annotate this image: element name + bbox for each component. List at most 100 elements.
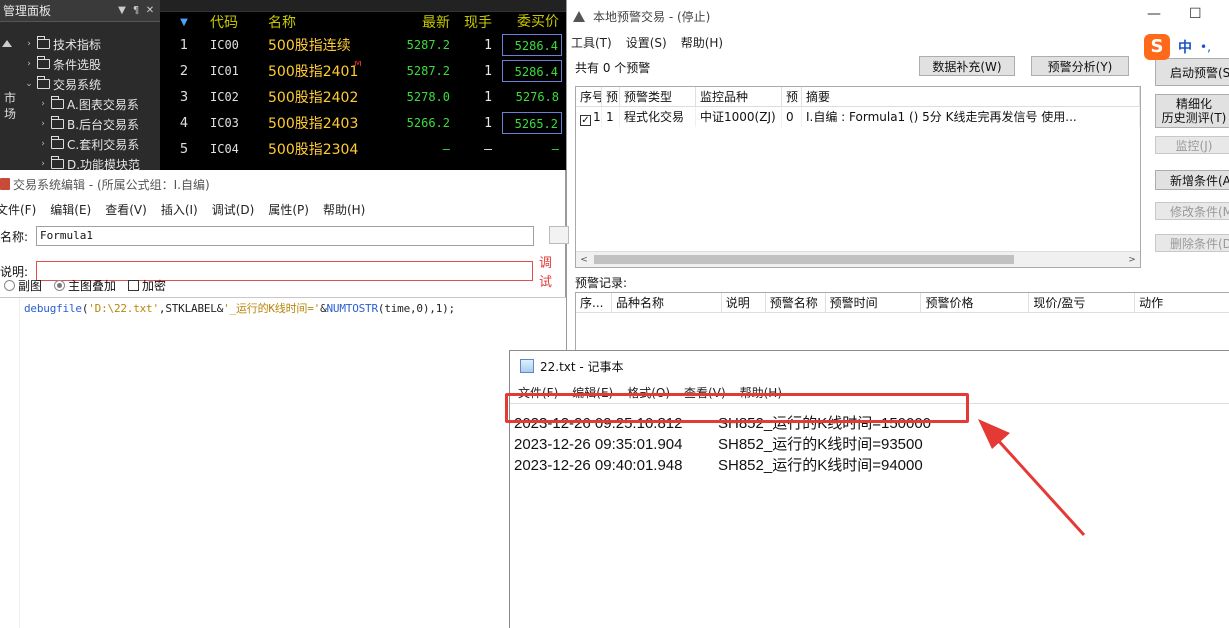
- row-hand: 1: [484, 63, 492, 79]
- quote-row[interactable]: 2 IC01 500股指2401 M 5287.2 1 5286.4: [160, 58, 568, 84]
- editor-menu-item[interactable]: 查看(V): [105, 201, 147, 218]
- chevron-icon[interactable]: ›: [24, 39, 34, 49]
- chevron-icon[interactable]: ⌄: [24, 79, 34, 89]
- scroll-left-icon[interactable]: <: [576, 252, 592, 267]
- record-col-header[interactable]: 说明: [722, 293, 766, 312]
- delete-condition-button[interactable]: 删除条件(D): [1155, 234, 1229, 252]
- chevron-icon[interactable]: ›: [24, 59, 34, 69]
- alert-col-header[interactable]: 预: [782, 87, 802, 106]
- monitor-button[interactable]: 监控(J): [1155, 136, 1229, 154]
- debug-label[interactable]: 调试: [539, 252, 565, 290]
- line-gutter: [0, 298, 20, 628]
- alert-list-rows: ✓ 1 1 程式化交易 中证1000(ZJ) 0 I.自编 : Formula1 () 5分…: [576, 107, 1140, 127]
- alert-cell-seq[interactable]: ✓ 1: [576, 107, 602, 127]
- row-last: —: [442, 142, 450, 156]
- encrypt-checkbox[interactable]: [128, 280, 140, 291]
- alert-row-checkbox[interactable]: ✓: [580, 115, 591, 126]
- alert-menu-item[interactable]: 帮助(H): [681, 34, 723, 51]
- log-line[interactable]: 2023-12-26 09:35:01.904 SH852_运行的K线时间=935…: [514, 433, 923, 454]
- scroll-right-icon[interactable]: >: [1124, 252, 1140, 267]
- encrypt-label: 加密: [142, 279, 167, 293]
- name-side-button[interactable]: [549, 226, 569, 244]
- notepad-app-icon: [520, 359, 534, 373]
- record-col-header[interactable]: 序...: [576, 293, 612, 312]
- tree-item[interactable]: › B.后台交易系: [0, 114, 160, 134]
- pin-icon[interactable]: ¶: [129, 5, 143, 16]
- col-name[interactable]: 名称: [268, 12, 378, 32]
- col-code[interactable]: 代码: [208, 12, 268, 32]
- quote-row[interactable]: 1 IC00 500股指连续 5287.2 1 5286.4: [160, 32, 568, 58]
- editor-menubar: 文件(F) 编辑(E) 查看(V) 插入(I) 调试(D) 属性(P) 帮助(H): [0, 198, 565, 220]
- record-col-header[interactable]: 现价/盈亏: [1029, 293, 1136, 312]
- editor-menu-item[interactable]: 属性(P): [268, 201, 309, 218]
- close-icon[interactable]: ✕: [143, 5, 157, 16]
- tree-item[interactable]: › 技术指标: [0, 34, 160, 54]
- history-test-button[interactable]: 精细化 历史测评(T): [1155, 94, 1229, 128]
- alert-cell-type: 程式化交易: [620, 107, 696, 127]
- editor-app-icon: [0, 178, 10, 190]
- record-col-header[interactable]: 品种名称: [612, 293, 722, 312]
- alert-col-header[interactable]: 摘要: [802, 87, 1140, 106]
- quote-row[interactable]: 4 IC03 500股指2403 5266.2 1 5265.2: [160, 110, 568, 136]
- sort-down-icon[interactable]: ▼: [160, 17, 208, 28]
- code-string-label: '_运行的K线时间=': [223, 302, 321, 315]
- arrow-head: [978, 419, 1010, 449]
- editor-menu-item[interactable]: 编辑(E): [50, 201, 91, 218]
- alert-menu-item[interactable]: 工具(T): [571, 34, 612, 51]
- maximize-button[interactable]: ☐: [1189, 6, 1202, 22]
- alert-col-header[interactable]: 预警类型: [620, 87, 696, 106]
- alert-analysis-button[interactable]: 预警分析(Y): [1031, 56, 1129, 76]
- main-overlay-radio[interactable]: [54, 280, 66, 291]
- data-supplement-button[interactable]: 数据补充(W): [919, 56, 1015, 76]
- editor-menu-item[interactable]: 文件(F): [0, 201, 36, 218]
- tree-item[interactable]: › A.图表交易系: [0, 94, 160, 114]
- ime-badge[interactable]: S 中 •,: [1144, 34, 1211, 60]
- col-hand[interactable]: 现手: [450, 12, 492, 32]
- editor-menu-item[interactable]: 帮助(H): [323, 201, 365, 218]
- ime-chinese-mode[interactable]: 中: [1178, 37, 1192, 57]
- scroll-thumb[interactable]: [594, 255, 1014, 264]
- ime-punct-mode[interactable]: •,: [1200, 40, 1211, 54]
- alert-list-table: 序号预..预警类型监控品种预摘要 ✓11程式化交易中证1000(ZJ)0I.自编…: [575, 86, 1141, 268]
- quote-row[interactable]: 3 IC02 500股指2402 5278.0 1 5276.8: [160, 84, 568, 110]
- new-condition-button[interactable]: 新增条件(A): [1155, 170, 1229, 190]
- record-col-header[interactable]: 预警时间: [826, 293, 922, 312]
- alert-col-header[interactable]: 预..: [602, 87, 620, 106]
- col-bid[interactable]: 委买价: [502, 11, 562, 33]
- row-code: IC04: [210, 142, 239, 156]
- start-alert-button[interactable]: 启动预警(S): [1155, 58, 1229, 86]
- tree-item[interactable]: › D.功能模块范: [0, 154, 160, 170]
- record-col-header[interactable]: 预警名称: [766, 293, 826, 312]
- quote-row[interactable]: 5 IC04 500股指2304 — — —: [160, 136, 568, 162]
- modify-condition-button[interactable]: 修改条件(M): [1155, 202, 1229, 220]
- alert-col-header[interactable]: 序号: [576, 87, 602, 106]
- alert-row[interactable]: ✓ 1 1 程式化交易 中证1000(ZJ) 0 I.自编 : Formula1 () 5分…: [576, 107, 1140, 127]
- row-code: IC02: [210, 90, 239, 104]
- alert-col-header[interactable]: 监控品种: [696, 87, 782, 106]
- panel-tree: › 技术指标 › 条件选股 ⌄ 交易系统 › A.图表交易系 › B.后台交易系 › C.套利交易系 ›…: [0, 34, 160, 170]
- chevron-icon[interactable]: ›: [38, 99, 48, 109]
- main-overlay-label: 主图叠加: [68, 279, 117, 293]
- chevron-icon[interactable]: ›: [38, 119, 48, 129]
- alert-list-hscrollbar[interactable]: < >: [576, 251, 1140, 267]
- tree-item[interactable]: › C.套利交易系: [0, 134, 160, 154]
- chevron-icon[interactable]: ›: [38, 159, 48, 169]
- chevron-icon[interactable]: ›: [38, 139, 48, 149]
- record-col-header[interactable]: 预警价格: [921, 293, 1030, 312]
- alert-menu-item[interactable]: 设置(S): [626, 34, 667, 51]
- record-col-header[interactable]: 动作: [1135, 293, 1229, 312]
- col-last[interactable]: 最新: [378, 12, 450, 32]
- tree-item[interactable]: › 条件选股: [0, 54, 160, 74]
- sogou-logo-icon[interactable]: S: [1144, 34, 1170, 60]
- log-line[interactable]: 2023-12-26 09:40:01.948 SH852_运行的K线时间=940…: [514, 454, 923, 475]
- code-line[interactable]: debugfile('D:\22.txt',STKLABEL&'_运行的K线时间…: [24, 300, 455, 316]
- sub-chart-radio[interactable]: [4, 280, 15, 291]
- code-editor[interactable]: debugfile('D:\22.txt',STKLABEL&'_运行的K线时间…: [0, 297, 566, 628]
- notepad-text-area[interactable]: 2023-12-26 09:25:10.812 SH852_运行的K线时间=150…: [510, 403, 1229, 628]
- editor-menu-item[interactable]: 调试(D): [212, 201, 255, 218]
- dropdown-icon[interactable]: ▼: [115, 5, 129, 16]
- editor-menu-item[interactable]: 插入(I): [161, 201, 198, 218]
- tree-item[interactable]: ⌄ 交易系统: [0, 74, 160, 94]
- name-input[interactable]: Formula1: [36, 226, 534, 246]
- minimize-button[interactable]: —: [1147, 6, 1161, 22]
